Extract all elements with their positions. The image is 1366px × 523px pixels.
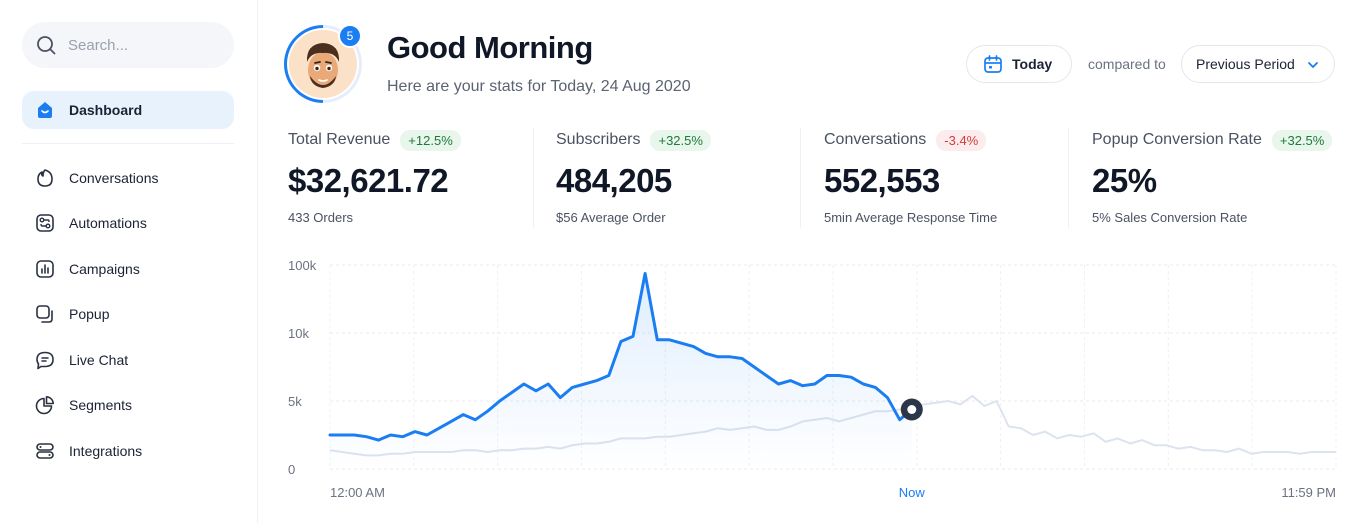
popup-icon (36, 305, 53, 324)
stat-title: Total Revenue (288, 131, 391, 148)
stat-change-badge: -3.4% (936, 129, 987, 151)
sidebar-item-automations[interactable]: Automations (22, 201, 234, 247)
sidebar-item-label: Integrations (69, 442, 143, 459)
stat-title: Conversations (824, 131, 927, 148)
sidebar-item-label: Campaigns (69, 260, 140, 277)
sidebar-item-conversations[interactable]: Conversations (22, 155, 234, 201)
integrations-icon (36, 442, 54, 459)
series-area-current (330, 273, 912, 469)
search-icon (37, 36, 56, 55)
sidebar-nav: Conversations Automations Campaigns Popu… (22, 155, 234, 474)
sidebar: Dashboard Conversations Automations (0, 0, 258, 523)
stat-change-badge: +32.5% (650, 129, 711, 151)
search-box[interactable] (22, 22, 234, 68)
stat-value: $32,621.72 (288, 162, 449, 199)
live-chat-icon (36, 351, 54, 370)
stat-subscribers: Subscribers +32.5% 484,205 $56 Average O… (556, 128, 711, 228)
comparison-period-value: Previous Period (1196, 56, 1295, 72)
stat-title: Subscribers (556, 131, 641, 148)
x-tick-label: 11:59 PM (1281, 485, 1336, 500)
sidebar-item-segments[interactable]: Segments (22, 383, 234, 429)
sidebar-item-label: Conversations (69, 169, 159, 186)
stat-change-badge: +32.5% (1271, 129, 1333, 151)
sidebar-divider (22, 143, 234, 144)
stat-total-revenue: Total Revenue +12.5% $32,621.72 433 Orde… (288, 128, 461, 228)
page-subtitle: Here are your stats for Today, 24 Aug 20… (387, 78, 691, 95)
stat-subtext: 433 Orders (288, 210, 354, 225)
compared-to-label: compared to (1088, 56, 1166, 72)
sidebar-item-integrations[interactable]: Integrations (22, 428, 234, 474)
stat-value: 484,205 (556, 162, 672, 199)
date-range-button[interactable]: Today (966, 45, 1072, 83)
stat-change-badge: +12.5% (400, 129, 461, 151)
campaigns-icon (36, 259, 54, 278)
comparison-period-dropdown[interactable]: Previous Period (1181, 45, 1335, 83)
sidebar-item-campaigns[interactable]: Campaigns (22, 246, 234, 292)
stat-subtext: 5min Average Response Time (824, 210, 998, 225)
stat-divider (533, 128, 534, 228)
y-tick-label: 10k (288, 326, 309, 341)
sidebar-item-popup[interactable]: Popup (22, 292, 234, 338)
y-tick-label: 5k (288, 394, 302, 409)
stat-title: Popup Conversion Rate (1092, 131, 1262, 148)
automations-icon (36, 214, 54, 233)
notification-badge[interactable]: 5 (338, 24, 362, 48)
x-tick-label: 12:00 AM (330, 485, 385, 500)
sidebar-item-label: Automations (69, 215, 147, 232)
stat-popup-conversion-rate: Popup Conversion Rate +32.5% 25% 5% Sale… (1092, 128, 1333, 228)
search-input[interactable] (68, 36, 218, 54)
sidebar-item-label: Live Chat (69, 351, 129, 368)
y-tick-label: 0 (288, 462, 295, 477)
sidebar-item-live-chat[interactable]: Live Chat (22, 337, 234, 383)
revenue-line-chart: 100k 10k 5k 0 12:00 AM Now 11:59 PM (288, 258, 1337, 500)
sidebar-item-label: Dashboard (69, 102, 143, 118)
segments-icon (35, 396, 54, 415)
date-range-label: Today (1012, 56, 1053, 72)
dashboard-icon (38, 102, 52, 118)
stat-conversations: Conversations -3.4% 552,553 5min Average… (824, 128, 997, 228)
stat-value: 25% (1092, 162, 1157, 199)
stat-subtext: 5% Sales Conversion Rate (1092, 210, 1248, 225)
sidebar-item-label: Popup (69, 306, 110, 323)
y-tick-label: 100k (288, 258, 317, 273)
conversations-icon (37, 168, 53, 187)
stat-value: 552,553 (824, 162, 940, 199)
calendar-icon (984, 55, 1002, 73)
page-title: Good Morning (387, 30, 593, 65)
stat-subtext: $56 Average Order (556, 210, 666, 225)
stat-divider (800, 128, 801, 228)
x-tick-label-now: Now (899, 485, 926, 500)
sidebar-item-label: Segments (69, 397, 133, 414)
stat-divider (1068, 128, 1069, 228)
sidebar-item-dashboard[interactable]: Dashboard (22, 91, 234, 129)
chevron-down-icon (1308, 62, 1318, 68)
current-point-marker-dot (907, 405, 917, 414)
